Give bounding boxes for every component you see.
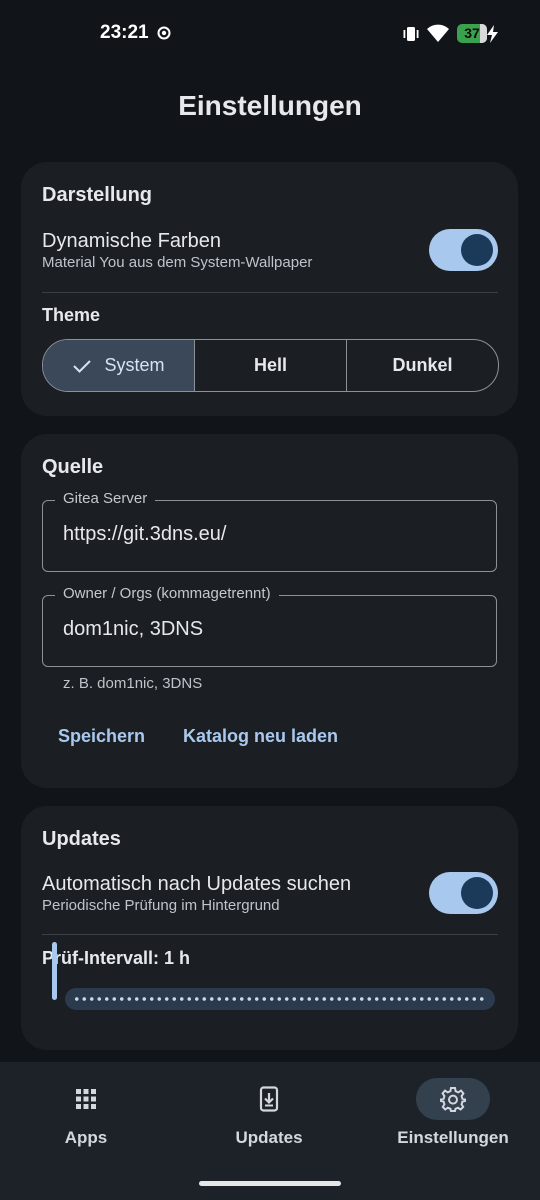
status-time: 23:21 xyxy=(100,22,149,43)
interval-slider-track[interactable] xyxy=(65,988,495,1010)
auto-check-subtitle: Periodische Prüfung im Hintergrund xyxy=(42,897,280,914)
gear-icon xyxy=(440,1087,466,1112)
theme-option-dark[interactable]: Dunkel xyxy=(347,340,498,391)
divider xyxy=(42,934,498,935)
theme-option-label: System xyxy=(104,355,165,375)
owners-label: Owner / Orgs (kommagetrennt) xyxy=(55,585,279,602)
appearance-card: Darstellung Dynamische Farben Material Y… xyxy=(21,162,518,416)
updates-card: Updates Automatisch nach Updates suchen … xyxy=(21,806,518,1050)
dynamic-colors-toggle[interactable] xyxy=(429,229,498,271)
source-title: Quelle xyxy=(42,456,104,478)
home-indicator[interactable] xyxy=(199,1181,341,1186)
slider-tick-marks xyxy=(73,996,487,1002)
battery-level: 37 xyxy=(464,25,480,41)
gitea-server-label: Gitea Server xyxy=(55,490,156,507)
owners-field: Owner / Orgs (kommagetrennt) xyxy=(42,585,497,667)
screen-record-icon xyxy=(157,26,171,40)
appearance-title: Darstellung xyxy=(42,184,153,206)
toggle-knob xyxy=(461,877,493,909)
theme-label: Theme xyxy=(42,305,101,325)
nav-item-apps[interactable]: Apps xyxy=(6,1062,166,1162)
auto-check-label: Automatisch nach Updates suchen xyxy=(42,873,352,895)
interval-slider-handle[interactable] xyxy=(52,942,57,1000)
grid-icon xyxy=(76,1089,96,1109)
nav-label: Apps xyxy=(64,1128,108,1147)
theme-option-system[interactable]: System xyxy=(43,340,195,391)
status-bar: 23:21 37 xyxy=(0,0,540,66)
source-card: Quelle Gitea Server Owner / Orgs (kommag… xyxy=(21,434,518,788)
check-icon xyxy=(73,359,92,373)
divider xyxy=(42,292,498,293)
gitea-server-input[interactable] xyxy=(63,523,473,546)
vibrate-icon xyxy=(403,27,419,41)
battery-icon: 37 xyxy=(457,24,487,43)
owners-helper-text: z. B. dom1nic, 3DNS xyxy=(63,675,203,692)
dynamic-colors-label: Dynamische Farben xyxy=(42,230,221,252)
interval-label: Prüf-Intervall: 1 h xyxy=(42,948,191,968)
charging-bolt-icon xyxy=(487,25,498,43)
theme-selector: System Hell Dunkel xyxy=(42,339,499,392)
theme-option-label: Dunkel xyxy=(392,355,453,375)
nav-item-updates[interactable]: Updates xyxy=(189,1062,349,1162)
theme-option-light[interactable]: Hell xyxy=(195,340,347,391)
reload-catalog-button[interactable]: Katalog neu laden xyxy=(183,726,338,747)
toggle-knob xyxy=(461,234,493,266)
theme-option-label: Hell xyxy=(253,355,287,375)
owners-input[interactable] xyxy=(63,618,473,641)
save-button[interactable]: Speichern xyxy=(58,726,145,747)
page-title: Einstellungen xyxy=(178,90,362,121)
nav-label: Updates xyxy=(235,1128,303,1147)
nav-label: Einstellungen xyxy=(397,1128,509,1147)
wifi-icon xyxy=(427,24,449,42)
dynamic-colors-subtitle: Material You aus dem System-Wallpaper xyxy=(42,254,313,271)
gitea-server-field: Gitea Server xyxy=(42,490,497,572)
download-icon xyxy=(259,1086,279,1112)
bottom-navigation: Apps Updates Einstellungen xyxy=(0,1062,540,1200)
nav-item-settings[interactable]: Einstellungen xyxy=(373,1062,533,1162)
updates-title: Updates xyxy=(42,828,121,850)
auto-check-toggle[interactable] xyxy=(429,872,498,914)
